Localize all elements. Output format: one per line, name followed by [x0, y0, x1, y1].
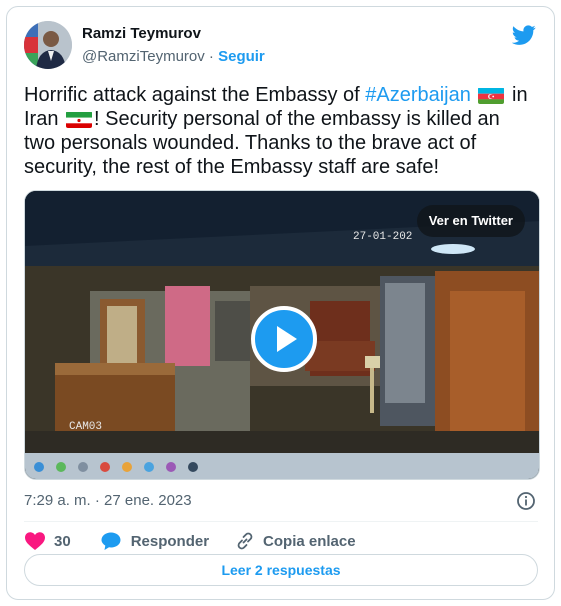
tweet-text: Horrific attack against the Embassy of #… — [24, 83, 534, 179]
heart-icon — [25, 532, 45, 550]
iran-flag-icon — [66, 111, 93, 128]
separator: · — [208, 48, 214, 65]
like-button[interactable]: 30 — [24, 531, 71, 551]
reply-label: Responder — [130, 532, 210, 550]
info-icon[interactable] — [516, 491, 536, 511]
hashtag-link[interactable]: #Azerbaijan — [365, 84, 471, 106]
copy-link-button[interactable]: Copia enlace — [235, 531, 356, 551]
view-on-twitter-button[interactable]: Ver en Twitter — [416, 205, 525, 237]
tweet-text-part-1: Horrific attack against the Embassy of — [24, 84, 366, 106]
azerbaijan-flag-icon — [478, 87, 505, 104]
tweet-card: Ramzi Teymurov @RamziTeymurov · Seguir H… — [6, 6, 555, 600]
camera-date-overlay: 27-01-202 — [353, 231, 413, 243]
author-name[interactable]: Ramzi Teymurov — [82, 25, 201, 42]
follow-button[interactable]: Seguir — [218, 48, 265, 65]
video-media[interactable]: 27-01-202 CAM03 Ver en Twitter — [24, 190, 540, 480]
like-count: 30 — [54, 532, 71, 550]
author-handle[interactable]: @RamziTeymurov — [82, 48, 205, 65]
camera-label-overlay: CAM03 — [69, 421, 103, 433]
play-button[interactable] — [251, 306, 317, 372]
tweet-timestamp[interactable]: 7:29 a. m. · 27 ene. 2023 — [24, 492, 192, 509]
play-icon — [277, 326, 297, 352]
twitter-bird-icon[interactable] — [512, 23, 536, 47]
tweet-actions: 30 Responder Copia enlace — [24, 529, 356, 553]
divider — [24, 521, 538, 522]
read-replies-button[interactable]: Leer 2 respuestas — [24, 554, 538, 586]
avatar[interactable] — [24, 21, 72, 69]
reply-bubble-icon — [101, 532, 121, 550]
author-handle-row: @RamziTeymurov · Seguir — [82, 48, 265, 65]
tweet-text-part-3: ! Security personal of the embassy is ki… — [24, 108, 500, 178]
link-icon — [237, 532, 253, 550]
copy-link-label: Copia enlace — [263, 532, 356, 550]
reply-button[interactable]: Responder — [101, 531, 209, 551]
